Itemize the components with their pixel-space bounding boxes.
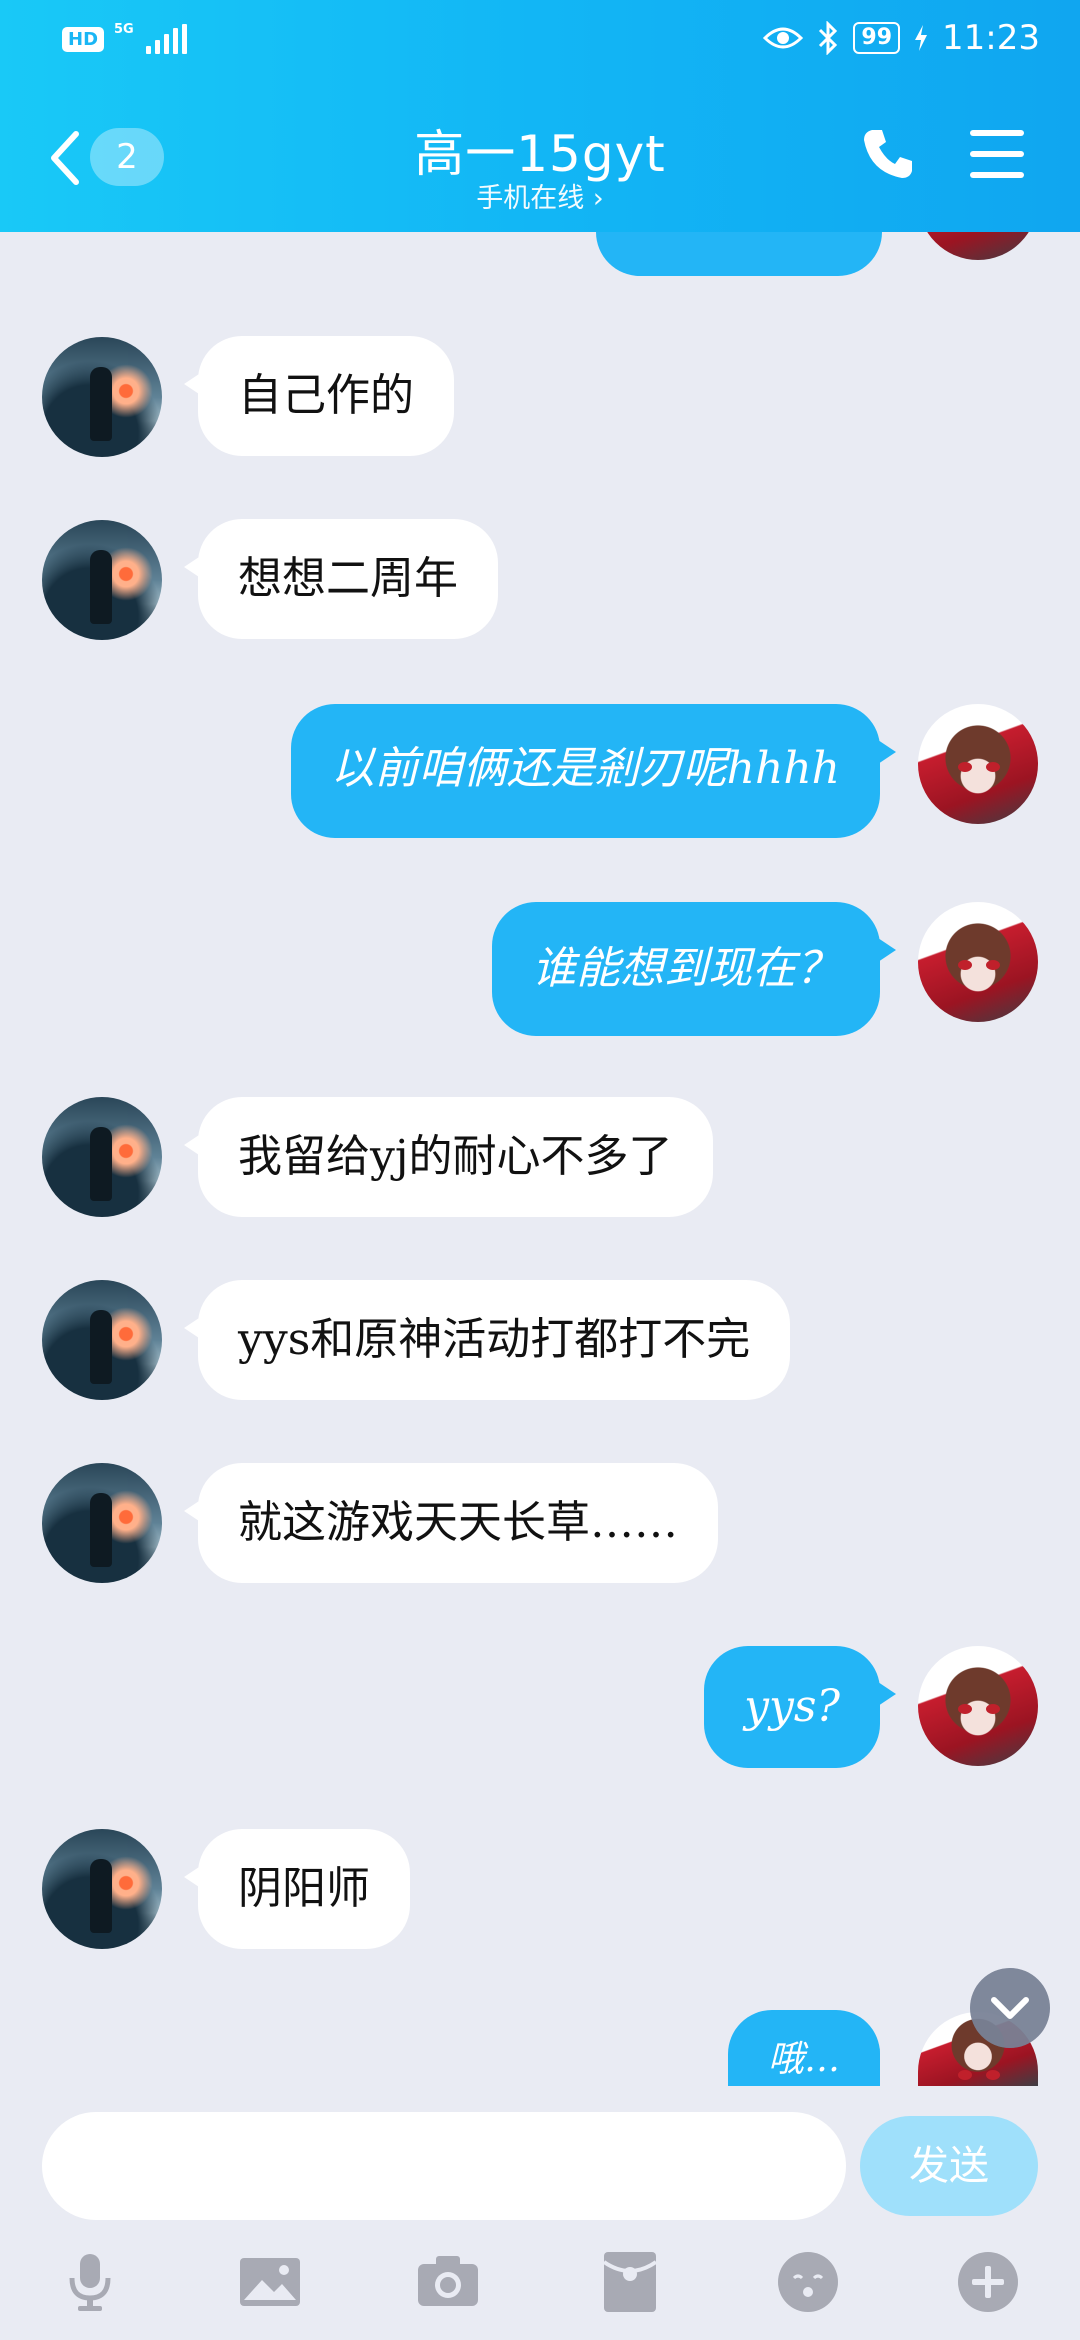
bluetooth-icon [819, 21, 838, 55]
message-bubble[interactable]: 想想二周年 [184, 519, 498, 639]
battery-icon: 99 [853, 22, 901, 54]
avatar-contact[interactable] [42, 1829, 162, 1949]
nav-bar: 2 高一15gyt 手机在线 › [0, 100, 1080, 220]
message-bubble[interactable]: 阴阳师 [184, 1829, 410, 1949]
message-bubble[interactable]: yys和原神活动打都打不完 [183, 1280, 791, 1400]
menu-icon[interactable] [970, 130, 1024, 178]
plus-icon[interactable] [956, 2250, 1020, 2314]
status-right: 99 11:23 [763, 18, 1040, 58]
chat-header: HD 5G 99 11:23 2 高一15gyt 手机在线 › [0, 0, 1080, 232]
emoji-icon[interactable] [776, 2250, 840, 2314]
avatar-contact[interactable] [42, 520, 162, 640]
message-bubble[interactable]: 谁能想到现在？ [492, 902, 896, 1036]
avatar-contact[interactable] [42, 1463, 162, 1583]
signal-icon [145, 24, 187, 54]
status-left: HD 5G [62, 21, 187, 54]
online-status[interactable]: 手机在线 › [0, 176, 1080, 215]
avatar-me[interactable] [918, 1646, 1038, 1766]
message-bubble[interactable]: 哦… [727, 2010, 880, 2086]
avatar-contact[interactable] [42, 1097, 162, 1217]
red-packet-icon[interactable] [598, 2250, 662, 2314]
message-bubble[interactable]: 自己作的 [184, 336, 454, 456]
charging-icon [915, 25, 928, 51]
avatar-me[interactable] [918, 902, 1038, 1022]
status-bar: HD 5G 99 11:23 [0, 0, 1080, 82]
message-bubble[interactable]: 就这游戏天天长草…… [184, 1463, 718, 1583]
message-bubble[interactable]: yys? [704, 1646, 896, 1768]
avatar-contact[interactable] [42, 337, 162, 457]
phone-icon[interactable] [858, 124, 918, 184]
clock: 11:23 [942, 18, 1040, 58]
avatar-contact[interactable] [42, 1280, 162, 1400]
image-icon[interactable] [238, 2250, 302, 2314]
avatar-me[interactable] [918, 704, 1038, 824]
network-type-label: 5G [114, 21, 134, 37]
input-area: 发送 [0, 2086, 1080, 2340]
microphone-icon[interactable] [58, 2250, 122, 2314]
eye-icon [763, 27, 804, 49]
send-button[interactable]: 发送 [860, 2116, 1038, 2216]
message-bubble[interactable]: 我留给yj的耐心不多了 [184, 1097, 713, 1217]
message-input[interactable] [42, 2112, 846, 2220]
message-bubble[interactable]: 以前咱俩还是剎刃呢hhhh [290, 704, 897, 838]
camera-icon[interactable] [416, 2250, 480, 2314]
input-toolbar [0, 2250, 1080, 2330]
chat-screen: HD 5G 99 11:23 2 高一15gyt 手机在线 › 自己作的 想想二… [0, 0, 1080, 2340]
hd-badge: HD [62, 26, 105, 52]
scroll-to-bottom-button[interactable] [970, 1968, 1050, 2048]
